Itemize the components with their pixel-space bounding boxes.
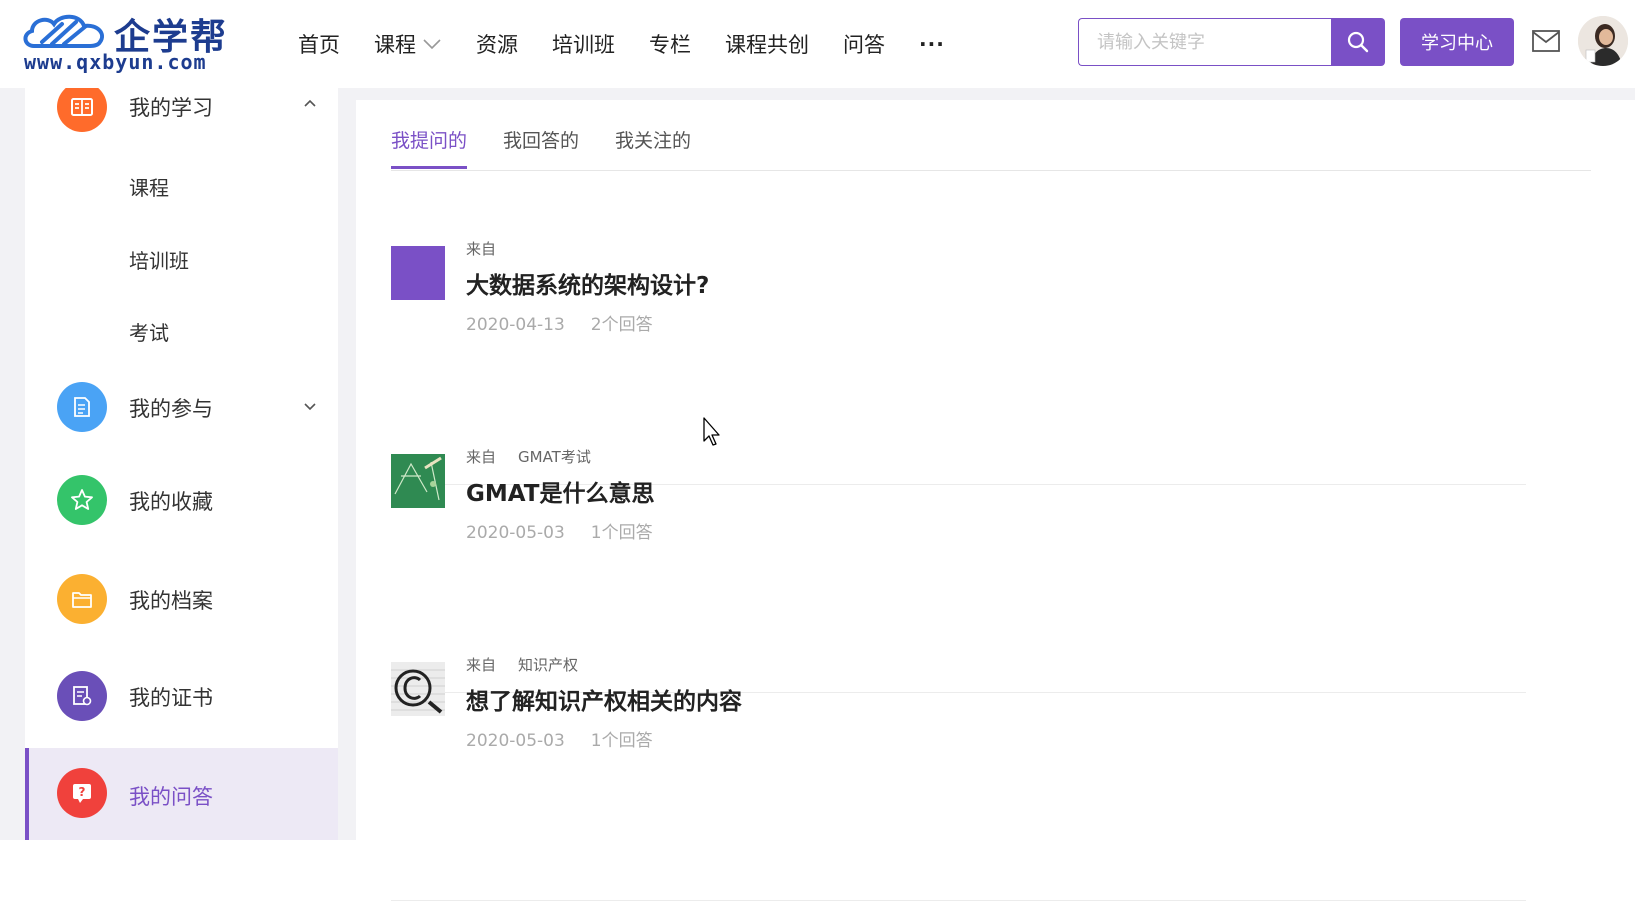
sidebar-label-my-learning: 我的学习 <box>129 96 213 120</box>
sidebar-item-my-participation[interactable]: 我的参与 <box>25 382 338 432</box>
nav-home[interactable]: 首页 <box>298 29 340 59</box>
question-source: 来自 GMAT考试 <box>466 446 613 467</box>
question-thumbnail[interactable] <box>391 454 445 508</box>
question-thumbnail[interactable] <box>391 246 445 300</box>
answer-count: 1个回答 <box>590 523 653 543</box>
nav-co-create[interactable]: 课程共创 <box>725 29 809 59</box>
certificate-icon <box>73 686 92 706</box>
question-date: 2020-05-03 <box>466 523 565 543</box>
nav-courses[interactable]: 课程 <box>374 29 442 59</box>
nav-courses-label: 课程 <box>374 33 416 57</box>
tab-my-answers[interactable]: 我回答的 <box>503 126 579 153</box>
document-icon <box>74 397 90 417</box>
source-category[interactable]: 知识产权 <box>518 656 578 674</box>
question-meta: 2020-05-03 1个回答 <box>466 726 679 751</box>
answer-count: 2个回答 <box>590 315 653 335</box>
source-category[interactable]: GMAT考试 <box>518 448 591 466</box>
sidebar: 我的学习 课程 培训班 考试 我的参与 我的收藏 我的档案 我的证书 ? 我的问… <box>25 88 338 840</box>
star-icon <box>71 489 93 510</box>
question-date: 2020-04-13 <box>466 315 565 335</box>
chevron-down-icon <box>304 403 316 411</box>
question-thumbnail[interactable] <box>391 662 445 716</box>
active-tab-underline <box>391 166 467 169</box>
chevron-down-icon <box>423 39 441 50</box>
sidebar-item-my-learning[interactable]: 我的学习 <box>25 88 338 132</box>
sidebar-label-my-qa: 我的问答 <box>129 785 213 809</box>
question-source: 来自 <box>466 238 518 259</box>
question-title[interactable]: 想了解知识产权相关的内容 <box>466 682 742 716</box>
question-title[interactable]: 大数据系统的架构设计? <box>466 266 709 300</box>
sidebar-item-my-certificates[interactable]: 我的证书 <box>25 671 338 721</box>
sidebar-label-my-favorites: 我的收藏 <box>129 490 213 514</box>
search-button[interactable] <box>1331 18 1385 66</box>
question-title[interactable]: GMAT是什么意思 <box>466 474 654 508</box>
user-avatar[interactable] <box>1578 16 1628 66</box>
cloud-logo-icon <box>23 14 104 48</box>
star-icon-circle <box>57 475 107 525</box>
tab-my-follows[interactable]: 我关注的 <box>615 126 691 153</box>
nav-resources[interactable]: 资源 <box>476 29 518 59</box>
chevron-up-icon <box>304 99 316 107</box>
site-logo[interactable]: 企学帮 www.qxbyun.com <box>22 8 262 74</box>
question-icon-circle: ? <box>57 768 107 818</box>
nav-columns[interactable]: 专栏 <box>649 29 691 59</box>
question-icon: ? <box>73 784 91 803</box>
sidebar-sub-exams[interactable]: 考试 <box>129 317 169 346</box>
sidebar-label-my-certificates: 我的证书 <box>129 686 213 710</box>
sidebar-item-my-archive[interactable]: 我的档案 <box>25 574 338 624</box>
mail-icon[interactable] <box>1532 30 1560 52</box>
question-meta: 2020-05-03 1个回答 <box>466 518 679 543</box>
sidebar-label-my-archive: 我的档案 <box>129 589 213 613</box>
active-indicator <box>25 748 29 840</box>
main-panel: 我提问的 我回答的 我关注的 来自 大数据系统的架构设计? 2020-04-13… <box>356 100 1635 901</box>
book-icon <box>71 98 93 116</box>
chalkboard-image-icon <box>391 454 445 508</box>
sidebar-sub-training[interactable]: 培训班 <box>129 245 189 274</box>
study-center-button[interactable]: 学习中心 <box>1400 18 1514 66</box>
mouse-cursor-icon <box>703 417 720 446</box>
archive-icon-circle <box>57 574 107 624</box>
question-meta: 2020-04-13 2个回答 <box>466 310 679 335</box>
main-nav: 首页 课程 资源 培训班 专栏 课程共创 问答 ··· <box>298 22 945 66</box>
certificate-icon-circle <box>57 671 107 721</box>
copyright-image-icon <box>391 662 445 716</box>
sidebar-item-my-favorites[interactable]: 我的收藏 <box>25 475 338 525</box>
from-label: 来自 <box>466 240 497 258</box>
search-icon <box>1347 31 1369 53</box>
nav-qa[interactable]: 问答 <box>843 29 885 59</box>
document-icon-circle <box>57 382 107 432</box>
sidebar-sub-courses[interactable]: 课程 <box>129 172 169 201</box>
question-date: 2020-05-03 <box>466 731 565 751</box>
sidebar-item-my-qa[interactable]: ? 我的问答 <box>25 748 338 840</box>
nav-more-button[interactable]: ··· <box>919 32 945 56</box>
search-input[interactable] <box>1078 18 1332 66</box>
sidebar-label-my-participation: 我的参与 <box>129 397 213 421</box>
svg-text:?: ? <box>79 785 86 799</box>
top-header: 企学帮 www.qxbyun.com 首页 课程 资源 培训班 专栏 课程共创 … <box>0 0 1635 88</box>
archive-icon <box>72 592 92 608</box>
from-label: 来自 <box>466 656 497 674</box>
nav-training[interactable]: 培训班 <box>552 29 615 59</box>
answer-count: 1个回答 <box>590 731 653 751</box>
question-item: 来自 知识产权 想了解知识产权相关的内容 2020-05-03 1个回答 <box>391 656 1526 901</box>
qa-tabs: 我提问的 我回答的 我关注的 <box>391 100 1591 171</box>
from-label: 来自 <box>466 448 497 466</box>
question-source: 来自 知识产权 <box>466 654 600 675</box>
logo-url: www.qxbyun.com <box>24 50 207 74</box>
tab-my-questions[interactable]: 我提问的 <box>391 126 467 153</box>
user-photo-icon <box>1578 16 1628 66</box>
book-icon-circle <box>57 88 107 132</box>
